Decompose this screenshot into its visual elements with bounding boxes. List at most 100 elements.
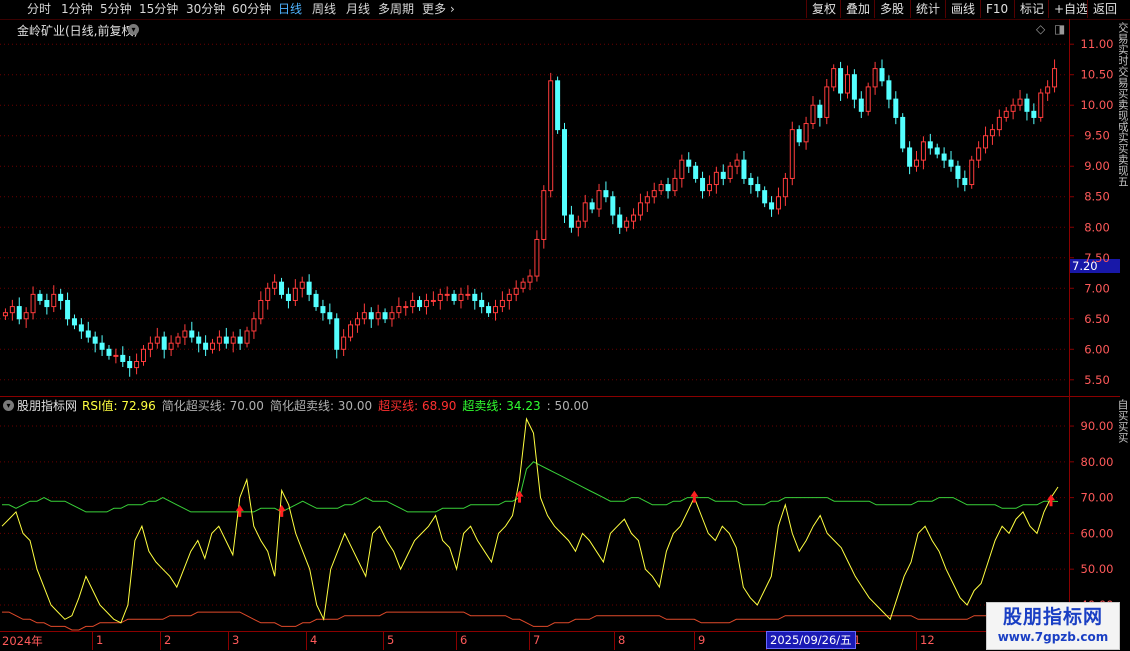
candle-body	[417, 299, 423, 308]
candle-body	[410, 299, 416, 308]
candle-body	[1045, 86, 1051, 94]
price-axis-label: 10.50	[1081, 68, 1114, 82]
candle-body	[831, 68, 837, 88]
watermark-url: www.7gpzb.com	[997, 630, 1109, 644]
watermark-title: 股朋指标网	[1002, 606, 1103, 628]
candle-body	[279, 281, 285, 295]
candle-body	[458, 293, 464, 301]
candle-body	[237, 336, 243, 344]
candle-body	[789, 129, 795, 179]
x-tick-mark	[694, 632, 695, 650]
candle-body	[941, 153, 947, 161]
candle-body	[354, 318, 360, 326]
candle-body	[782, 177, 788, 198]
candle-body	[430, 299, 436, 302]
candle-body	[451, 293, 457, 301]
candle-body	[865, 86, 871, 112]
candle-body	[140, 348, 146, 362]
x-tick-label: 1	[96, 633, 104, 647]
candle-body	[99, 342, 105, 350]
price-axis-label: 6.00	[1084, 342, 1110, 356]
candle-body	[44, 299, 50, 308]
rsi-axis-label: 70.00	[1081, 491, 1114, 505]
candle-body	[741, 159, 747, 179]
x-tick-mark	[529, 632, 530, 650]
candle-body	[775, 196, 781, 210]
candle-body	[444, 293, 450, 296]
buy-arrow-icon	[277, 504, 286, 517]
x-tick-label: 5	[387, 633, 395, 647]
candle-body	[665, 184, 671, 192]
candle-body	[817, 104, 823, 118]
candle-body	[16, 306, 22, 320]
x-tick-label: 3	[232, 633, 240, 647]
candle-body	[582, 202, 588, 222]
x-tick-label: 12	[920, 633, 935, 647]
candle-body	[568, 214, 574, 228]
candle-body	[727, 165, 733, 179]
candle-body	[465, 293, 471, 296]
candle-body	[196, 336, 202, 344]
candle-body	[734, 159, 740, 167]
candle-body	[893, 98, 899, 118]
candle-body	[955, 165, 961, 179]
candle-body	[989, 129, 995, 137]
candle-body	[1038, 92, 1044, 118]
rsi-line	[1, 417, 1059, 624]
candle-body	[154, 336, 160, 344]
candle-body	[127, 360, 133, 369]
candle-body	[679, 159, 685, 179]
rsi-axis-label: 60.00	[1081, 526, 1114, 540]
candle-body	[769, 202, 775, 210]
x-tick-label: 6	[460, 633, 468, 647]
candle-body	[472, 293, 478, 301]
candle-body	[348, 324, 354, 338]
price-axis-label: 11.00	[1081, 37, 1114, 51]
candle-body	[762, 190, 768, 204]
candle-body	[983, 135, 989, 149]
candle-body	[934, 147, 940, 155]
overbought-line	[2, 461, 1059, 513]
candle-body	[71, 318, 77, 326]
candle-body	[389, 312, 395, 320]
price-axis-label: 7.50	[1084, 251, 1110, 265]
candle-body	[216, 336, 222, 344]
candle-body	[872, 68, 878, 88]
candle-body	[334, 318, 340, 350]
time-axis[interactable]: 2024年123456789101112	[0, 631, 1070, 651]
candle-body	[810, 104, 816, 125]
candle-body	[686, 159, 692, 167]
candle-body	[51, 293, 57, 308]
candle-body	[603, 190, 609, 198]
candle-body	[368, 312, 374, 320]
buy-arrow-icon	[235, 504, 244, 517]
x-tick-mark	[306, 632, 307, 650]
candle-body	[120, 354, 126, 362]
price-axis-label: 6.50	[1084, 312, 1110, 326]
candle-body	[85, 330, 91, 338]
candle-body	[285, 293, 291, 301]
candle-body	[851, 74, 857, 100]
candle-body	[423, 299, 429, 308]
candle-body	[907, 147, 913, 167]
candle-body	[492, 306, 498, 314]
candle-body	[361, 312, 367, 320]
candle-body	[403, 306, 409, 309]
candle-body	[327, 312, 333, 320]
price-axis-label: 9.00	[1084, 159, 1110, 173]
oversold-line	[2, 611, 1059, 631]
candle-body	[858, 98, 864, 112]
candle-body	[886, 80, 892, 100]
candle-body	[292, 287, 298, 301]
site-watermark: 股朋指标网 www.7gpzb.com	[986, 602, 1120, 650]
x-tick-mark	[383, 632, 384, 650]
candle-body	[9, 306, 15, 314]
rsi-axis-label: 80.00	[1081, 455, 1114, 469]
x-tick-label: 8	[618, 633, 626, 647]
buy-arrow-icon	[690, 490, 699, 503]
candle-body	[996, 116, 1002, 131]
chart-canvas[interactable]: 11.00 10.50 10.00 9.50 9.00 8.50 8.00 7.50 7.00 6…	[0, 0, 1130, 650]
candle-body	[58, 293, 64, 301]
candle-body	[244, 330, 250, 344]
candle-body	[706, 184, 712, 192]
